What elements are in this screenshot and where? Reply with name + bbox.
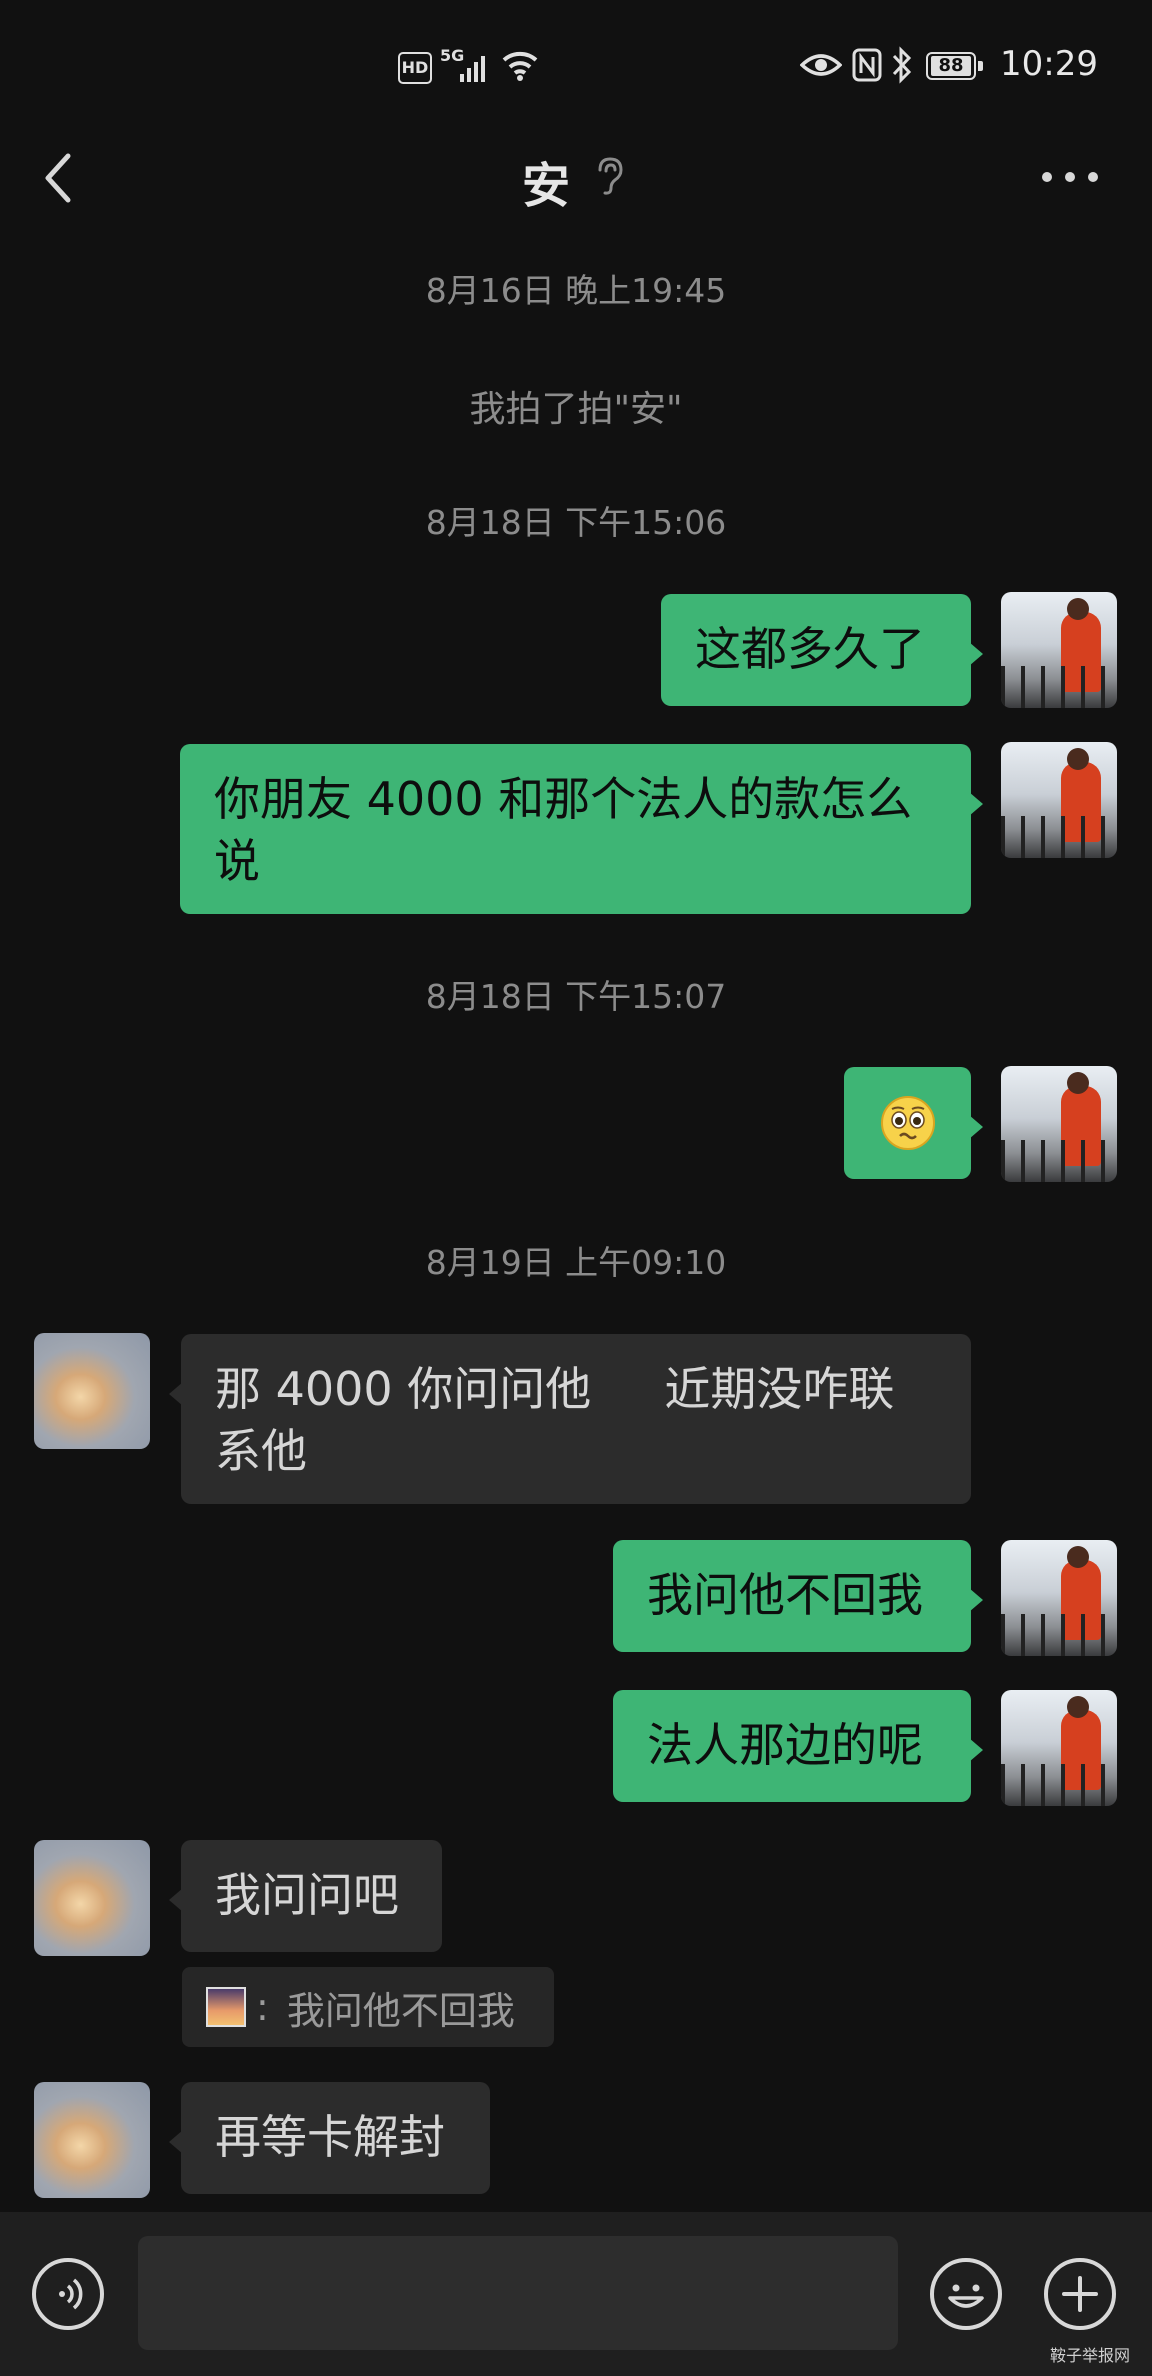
status-time: 10:29 [1000,44,1098,84]
message-text: 再等卡解封 [215,2110,445,2164]
message-bubble-outgoing[interactable]: 你朋友 4000 和那个法人的款怎么说 [180,744,983,914]
pleading-face-emoji-icon [881,1096,935,1150]
message-text: 我问问吧 [215,1868,399,1922]
timestamp: 8月18日 下午15:06 [425,503,727,542]
chat-title: 安 [0,146,1152,216]
avatar-self[interactable] [1001,592,1117,708]
avatar-friend[interactable] [34,1840,150,1956]
pat-notice: 我拍了拍"安" [469,389,683,430]
quote-separator: : [256,1985,269,2029]
avatar-self[interactable] [1001,742,1117,858]
message-bubble-outgoing[interactable]: 法人那边的呢 [613,1690,983,1802]
bluetooth-icon [892,46,912,84]
quoted-reply[interactable]: : 我问他不回我 [182,1967,554,2047]
message-bubble-outgoing[interactable] [844,1067,983,1179]
timestamp: 8月19日 上午09:10 [425,1243,727,1282]
message-bubble-outgoing[interactable]: 我问他不回我 [613,1540,983,1652]
chat-title-text: 安 [521,158,570,214]
message-bubble-incoming[interactable]: 再等卡解封 [169,2082,490,2194]
battery-label: 88 [931,56,971,76]
plus-icon[interactable] [1044,2258,1116,2330]
message-text: 这都多久了 [695,622,925,676]
more-icon[interactable] [1040,170,1100,184]
message-text: 法人那边的呢 [647,1718,923,1772]
wifi-icon [502,51,538,81]
message-text: 你朋友 4000 和那个法人的款怎么说 [214,772,913,888]
hd-icon: HD [398,52,432,84]
signal-icon [460,56,485,82]
quote-text: 我问他不回我 [286,1988,515,2033]
message-input[interactable] [138,2236,898,2350]
message-bubble-incoming[interactable]: 我问问吧 [169,1840,442,1952]
voice-icon[interactable] [32,2258,104,2330]
message-text: 我问他不回我 [647,1568,923,1622]
emoji-icon[interactable] [930,2258,1002,2330]
battery-icon: 88 [926,52,983,80]
avatar-friend[interactable] [34,1333,150,1449]
message-bubble-outgoing[interactable]: 这都多久了 [661,594,983,706]
avatar-self[interactable] [1001,1066,1117,1182]
avatar-self[interactable] [1001,1690,1117,1806]
avatar-self[interactable] [1001,1540,1117,1656]
nfc-icon [852,48,882,82]
watermark: 鞍子举报网 [1050,2346,1131,2365]
avatar-friend[interactable] [34,2082,150,2198]
message-text: 那 4000 你问问他 近期没咋联系他 [215,1362,895,1478]
timestamp: 8月16日 晚上19:45 [425,271,727,310]
quote-avatar-thumb [206,1987,246,2027]
ear-icon [598,157,623,195]
eye-icon [800,54,842,76]
message-bubble-incoming[interactable]: 那 4000 你问问他 近期没咋联系他 [169,1334,971,1504]
timestamp: 8月18日 下午15:07 [425,977,727,1016]
